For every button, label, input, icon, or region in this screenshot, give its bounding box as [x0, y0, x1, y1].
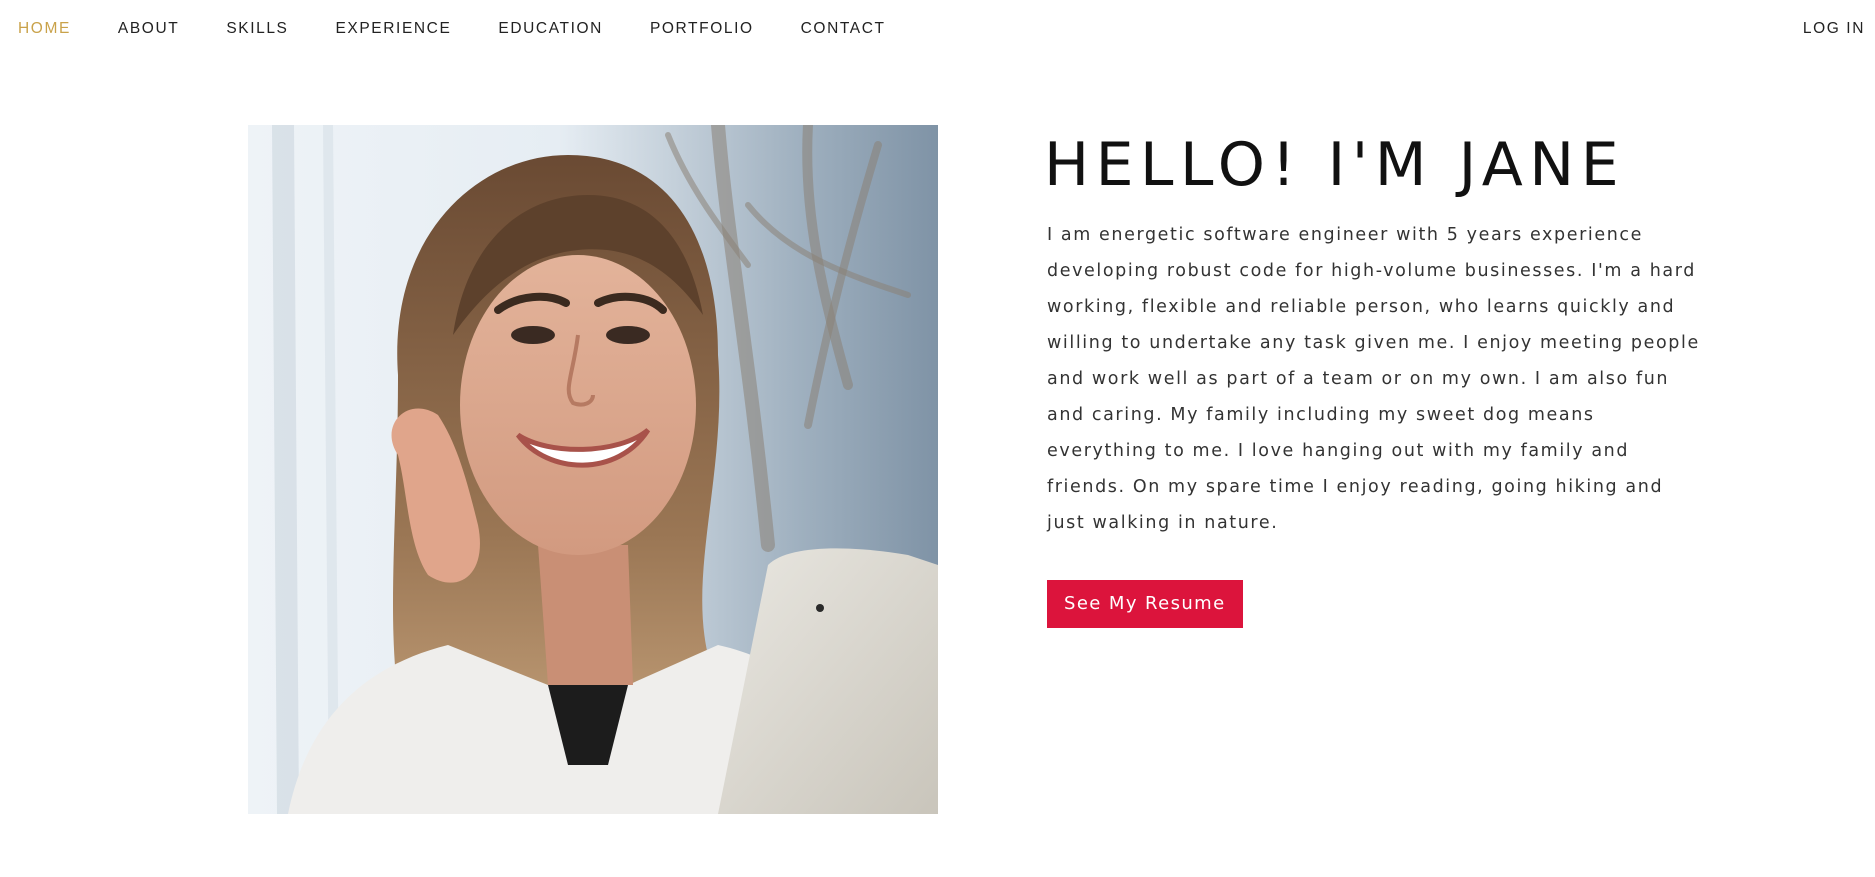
hero-title: HELLO! I'M JANE — [1044, 130, 1626, 200]
hero-intro: HELLO! I'M JANE I am energetic software … — [1044, 125, 1704, 628]
nav-item-home[interactable]: HOME — [18, 20, 71, 38]
see-resume-button[interactable]: See My Resume — [1047, 580, 1243, 628]
nav-item-skills[interactable]: SKILLS — [226, 20, 288, 38]
profile-photo — [248, 125, 938, 814]
nav-item-about[interactable]: ABOUT — [118, 20, 179, 38]
profile-photo-illustration — [248, 125, 938, 814]
nav-menu: HOME ABOUT SKILLS EXPERIENCE EDUCATION P… — [18, 20, 933, 38]
top-navigation: HOME ABOUT SKILLS EXPERIENCE EDUCATION P… — [0, 0, 1875, 58]
nav-item-contact[interactable]: CONTACT — [801, 20, 886, 38]
hero-bio: I am energetic software engineer with 5 … — [1047, 225, 1700, 533]
login-link[interactable]: LOG IN — [1803, 20, 1865, 38]
nav-item-portfolio[interactable]: PORTFOLIO — [650, 20, 754, 38]
nav-item-education[interactable]: EDUCATION — [498, 20, 603, 38]
nav-item-experience[interactable]: EXPERIENCE — [335, 20, 451, 38]
